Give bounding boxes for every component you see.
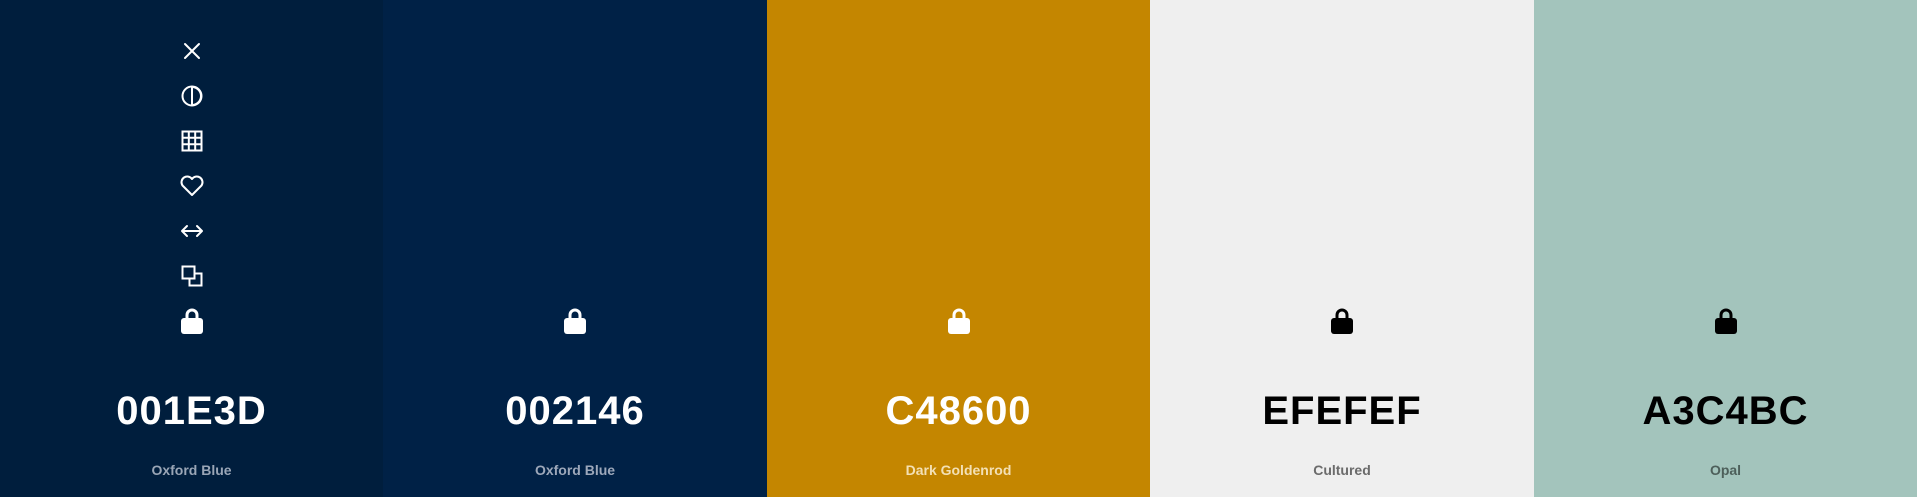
color-name[interactable]: Dark Goldenrod bbox=[767, 461, 1150, 479]
color-name[interactable]: Oxford Blue bbox=[0, 461, 383, 479]
copy-icon[interactable] bbox=[177, 261, 207, 291]
color-palette: 001E3D Oxford Blue 002146 Oxford Blue C4… bbox=[0, 0, 1917, 497]
swatch-002146[interactable]: 002146 Oxford Blue bbox=[383, 0, 767, 497]
contrast-icon[interactable] bbox=[177, 81, 207, 111]
close-icon[interactable] bbox=[177, 36, 207, 66]
swatch-001e3d[interactable]: 001E3D Oxford Blue bbox=[0, 0, 383, 497]
heart-icon[interactable] bbox=[177, 171, 207, 201]
color-name[interactable]: Oxford Blue bbox=[383, 461, 767, 479]
lock-icon[interactable] bbox=[944, 303, 974, 339]
lock-icon[interactable] bbox=[560, 303, 590, 339]
lock-icon[interactable] bbox=[177, 303, 207, 339]
arrows-horizontal-icon[interactable] bbox=[177, 216, 207, 246]
hex-code[interactable]: A3C4BC bbox=[1534, 386, 1917, 436]
lock-icon[interactable] bbox=[1327, 303, 1357, 339]
swatch-a3c4bc[interactable]: A3C4BC Opal bbox=[1534, 0, 1917, 497]
hex-code[interactable]: C48600 bbox=[767, 386, 1150, 436]
hex-code[interactable]: 001E3D bbox=[0, 386, 383, 436]
lock-icon[interactable] bbox=[1711, 303, 1741, 339]
hex-code[interactable]: 002146 bbox=[383, 386, 767, 436]
color-name[interactable]: Cultured bbox=[1150, 461, 1534, 479]
swatch-toolbar bbox=[177, 36, 207, 306]
grid-icon[interactable] bbox=[177, 126, 207, 156]
hex-code[interactable]: EFEFEF bbox=[1150, 386, 1534, 436]
swatch-efefef[interactable]: EFEFEF Cultured bbox=[1150, 0, 1534, 497]
swatch-c48600[interactable]: C48600 Dark Goldenrod bbox=[767, 0, 1150, 497]
color-name[interactable]: Opal bbox=[1534, 461, 1917, 479]
